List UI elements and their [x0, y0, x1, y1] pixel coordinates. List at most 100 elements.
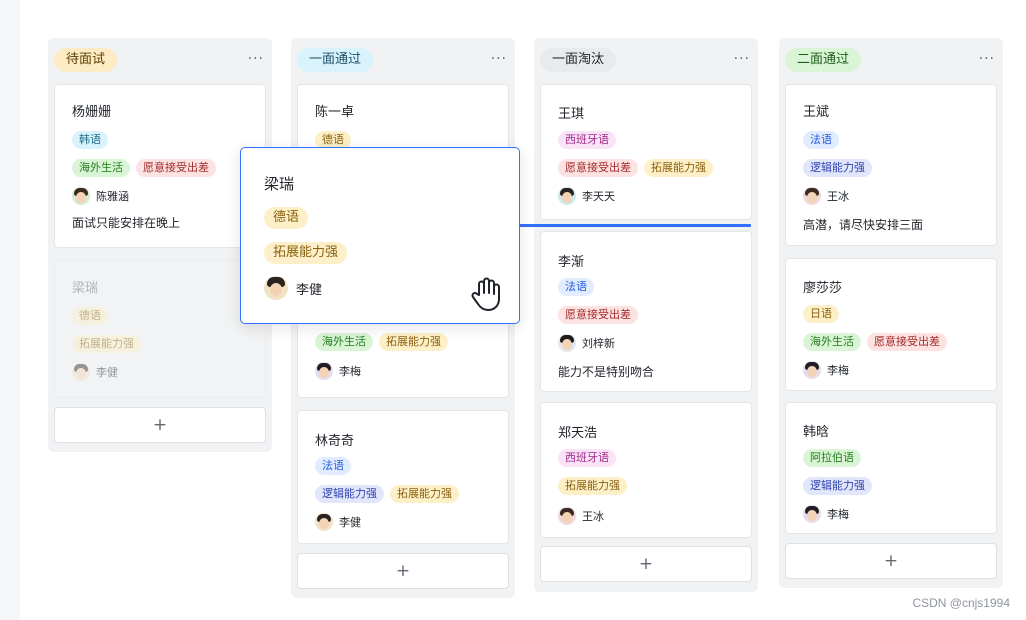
interviewer-name: 王冰: [827, 190, 849, 203]
interviewer-name: 李梅: [827, 364, 849, 377]
interviewer-name: 李梅: [339, 365, 361, 378]
candidate-card[interactable]: 廖莎莎 日语 海外生活 愿意接受出差 李梅: [785, 258, 997, 391]
tag: 愿意接受出差: [867, 333, 947, 351]
tag-row: 法语: [803, 131, 839, 149]
card-note: 能力不是特别吻合: [558, 365, 655, 379]
tag-language: 阿拉伯语: [803, 449, 861, 467]
watermark: CSDN @cnjs1994: [912, 596, 1010, 610]
column-second-round-passed: 二面通过 ··· 王斌 法语 逻辑能力强 王冰 高潜，请尽快安排三面 廖莎莎 日…: [779, 38, 1003, 588]
tag-row: 阿拉伯语: [803, 449, 861, 467]
candidate-card[interactable]: 林奇奇 法语 逻辑能力强 拓展能力强 李健: [297, 410, 509, 544]
more-options-icon[interactable]: ···: [491, 50, 507, 68]
candidate-name: 梁瑞: [264, 175, 295, 193]
add-card-button[interactable]: +: [785, 543, 997, 579]
more-options-icon[interactable]: ···: [248, 50, 264, 68]
interviewer: 刘梓新: [558, 334, 615, 352]
interviewer: 王冰: [803, 187, 849, 205]
tag: 愿意接受出差: [136, 159, 216, 177]
interviewer: 陈雅涵: [72, 187, 129, 205]
candidate-card-placeholder: 梁瑞 德语 拓展能力强 李健: [54, 260, 266, 398]
interviewer-name: 李健: [296, 282, 323, 298]
candidate-card[interactable]: 王斌 法语 逻辑能力强 王冰 高潜，请尽快安排三面: [785, 84, 997, 246]
candidate-card[interactable]: 王琪 西班牙语 愿意接受出差 拓展能力强 李天天: [540, 84, 752, 220]
interviewer: 李健: [264, 276, 322, 300]
interviewer-name: 李天天: [582, 190, 615, 203]
candidate-card[interactable]: 杨姗姗 韩语 海外生活 愿意接受出差 陈雅涵 面试只能安排在晚上: [54, 84, 266, 248]
interviewer: 李健: [315, 513, 361, 531]
interviewer-name: 李梅: [827, 508, 849, 521]
avatar: [264, 276, 288, 300]
tag: 拓展能力强: [264, 242, 348, 264]
tag-row: 德语: [264, 206, 309, 229]
tag: 拓展能力强: [558, 477, 627, 495]
add-card-button[interactable]: +: [540, 546, 752, 582]
column-title: 一面淘汰: [540, 48, 617, 72]
tag-row: 西班牙语: [558, 131, 616, 149]
column-header: 二面通过 ···: [779, 38, 1003, 84]
interviewer-name: 王冰: [582, 510, 604, 523]
tag: 拓展能力强: [390, 485, 459, 503]
interviewer-name: 陈雅涵: [96, 190, 129, 203]
tag-row: 拓展能力强: [264, 241, 348, 264]
column-header: 待面试 ···: [48, 38, 272, 84]
column-header: 一面通过 ···: [291, 38, 515, 84]
column-title: 二面通过: [785, 48, 862, 72]
tag-row: 逻辑能力强 拓展能力强: [315, 485, 459, 503]
avatar: [803, 187, 821, 205]
grab-hand-icon: [471, 277, 500, 311]
interviewer: 王冰: [558, 507, 604, 525]
tag-language: 日语: [803, 305, 839, 323]
drop-indicator-line: [519, 224, 751, 227]
tag-row: 西班牙语: [558, 449, 616, 467]
candidate-name: 廖莎莎: [803, 281, 843, 296]
interviewer: 李梅: [803, 505, 849, 523]
tag-row: 德语: [72, 307, 108, 325]
avatar: [803, 505, 821, 523]
interviewer-name: 刘梓新: [582, 337, 615, 350]
candidate-card[interactable]: 韩晗 阿拉伯语 逻辑能力强 李梅: [785, 402, 997, 534]
tag-language: 法语: [558, 278, 594, 296]
dragging-candidate-card[interactable]: 梁瑞 德语 拓展能力强 李健: [240, 147, 520, 324]
column-title: 待面试: [54, 48, 118, 72]
avatar: [558, 507, 576, 525]
tag-row: 日语: [803, 305, 839, 323]
tag-row: 逻辑能力强: [803, 477, 872, 495]
interviewer-name: 李健: [96, 366, 118, 379]
candidate-card[interactable]: 郑天浩 西班牙语 拓展能力强 王冰: [540, 402, 752, 538]
add-card-button[interactable]: +: [54, 407, 266, 443]
tag-row: 愿意接受出差 拓展能力强: [558, 159, 713, 177]
avatar: [558, 334, 576, 352]
interviewer: 李天天: [558, 187, 615, 205]
candidate-name: 陈一卓: [315, 105, 355, 120]
tag-row: 逻辑能力强: [803, 159, 872, 177]
candidate-name: 韩晗: [803, 425, 830, 440]
tag: 愿意接受出差: [558, 306, 638, 324]
tag: 海外生活: [72, 159, 130, 177]
tag: 逻辑能力强: [803, 159, 872, 177]
interviewer-name: 李健: [339, 516, 361, 529]
column-title: 一面通过: [297, 48, 374, 72]
tag-row: 法语: [558, 278, 594, 296]
tag-row: 海外生活 愿意接受出差: [803, 333, 947, 351]
tag: 海外生活: [315, 333, 373, 351]
add-card-button[interactable]: +: [297, 553, 509, 589]
column-pending-interview: 待面试 ··· 杨姗姗 韩语 海外生活 愿意接受出差 陈雅涵 面试只能安排在晚上…: [48, 38, 272, 452]
more-options-icon[interactable]: ···: [979, 50, 995, 68]
interviewer: 李梅: [803, 361, 849, 379]
tag-language: 韩语: [72, 131, 108, 149]
candidate-name: 王斌: [803, 105, 830, 120]
more-options-icon[interactable]: ···: [734, 50, 750, 68]
tag-language: 西班牙语: [558, 131, 616, 149]
tag-language: 德语: [264, 207, 309, 229]
tag-language: 德语: [72, 307, 108, 325]
candidate-card[interactable]: 李渐 法语 愿意接受出差 刘梓新 能力不是特别吻合: [540, 231, 752, 392]
candidate-name: 梁瑞: [72, 281, 99, 296]
tag: 拓展能力强: [379, 333, 448, 351]
tag: 海外生活: [803, 333, 861, 351]
tag-language: 法语: [803, 131, 839, 149]
candidate-name: 李渐: [558, 255, 585, 270]
avatar: [315, 513, 333, 531]
interviewer: 李健: [72, 363, 118, 381]
tag: 拓展能力强: [644, 159, 713, 177]
candidate-name: 林奇奇: [315, 434, 355, 449]
